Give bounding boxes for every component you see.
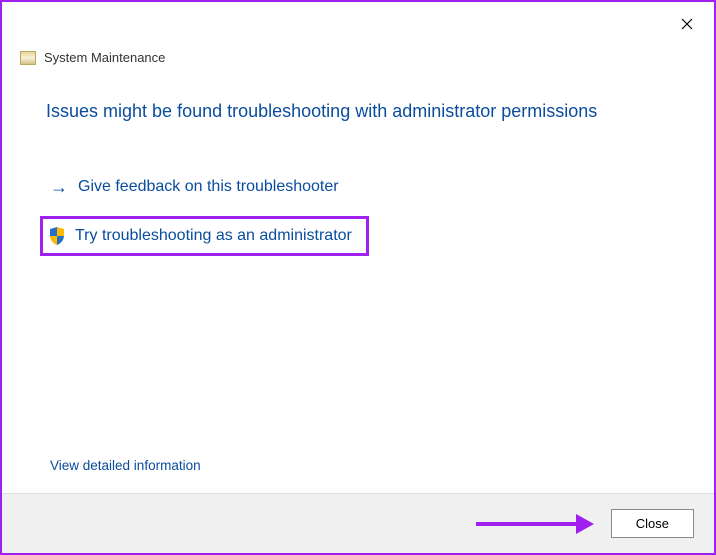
view-detailed-link[interactable]: View detailed information [50, 458, 201, 473]
uac-shield-icon [49, 227, 65, 245]
dialog-header: System Maintenance [2, 46, 714, 73]
admin-troubleshoot-link[interactable]: Try troubleshooting as an administrator [49, 227, 352, 245]
admin-link-label: Try troubleshooting as an administrator [75, 227, 352, 245]
main-heading: Issues might be found troubleshooting wi… [46, 101, 670, 122]
detailed-link-label: View detailed information [50, 458, 201, 473]
content-area: Issues might be found troubleshooting wi… [2, 73, 714, 493]
arrow-head-icon [576, 514, 594, 534]
dialog-title: System Maintenance [44, 50, 165, 65]
arrow-right-icon: → [50, 178, 68, 196]
window-close-button[interactable] [670, 7, 704, 41]
close-button[interactable]: Close [611, 509, 694, 538]
system-maintenance-icon [20, 51, 36, 65]
troubleshooter-window: System Maintenance Issues might be found… [0, 0, 716, 555]
feedback-link[interactable]: → Give feedback on this troubleshooter [46, 172, 670, 202]
dialog-footer: Close [2, 493, 714, 553]
highlight-annotation: Try troubleshooting as an administrator [40, 216, 369, 256]
feedback-link-label: Give feedback on this troubleshooter [78, 178, 339, 196]
arrow-annotation [476, 514, 594, 534]
arrow-line [476, 522, 576, 526]
close-icon [681, 18, 693, 30]
titlebar [2, 2, 714, 46]
